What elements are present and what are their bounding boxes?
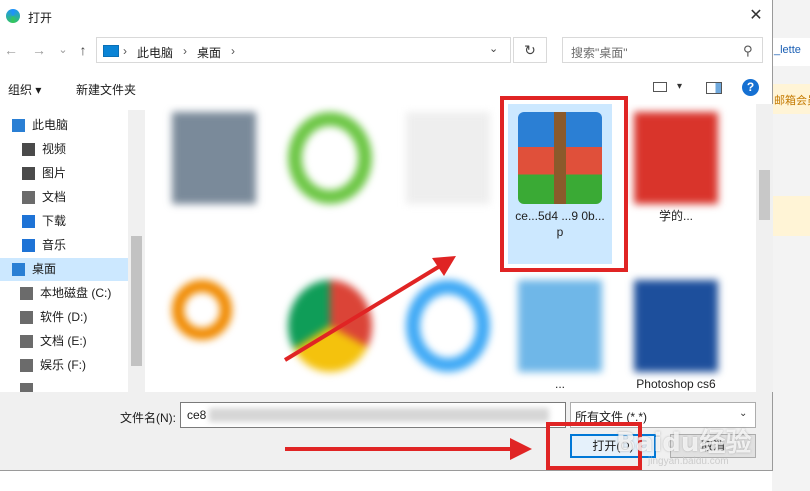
arrow-to-file [283, 264, 442, 362]
arrow-head [510, 438, 532, 460]
watermark: Baidu经验 [616, 428, 752, 458]
arrow-head [432, 256, 456, 276]
watermark-url: jingyan.baidu.com [648, 456, 729, 467]
annotation-arrows [283, 256, 532, 460]
